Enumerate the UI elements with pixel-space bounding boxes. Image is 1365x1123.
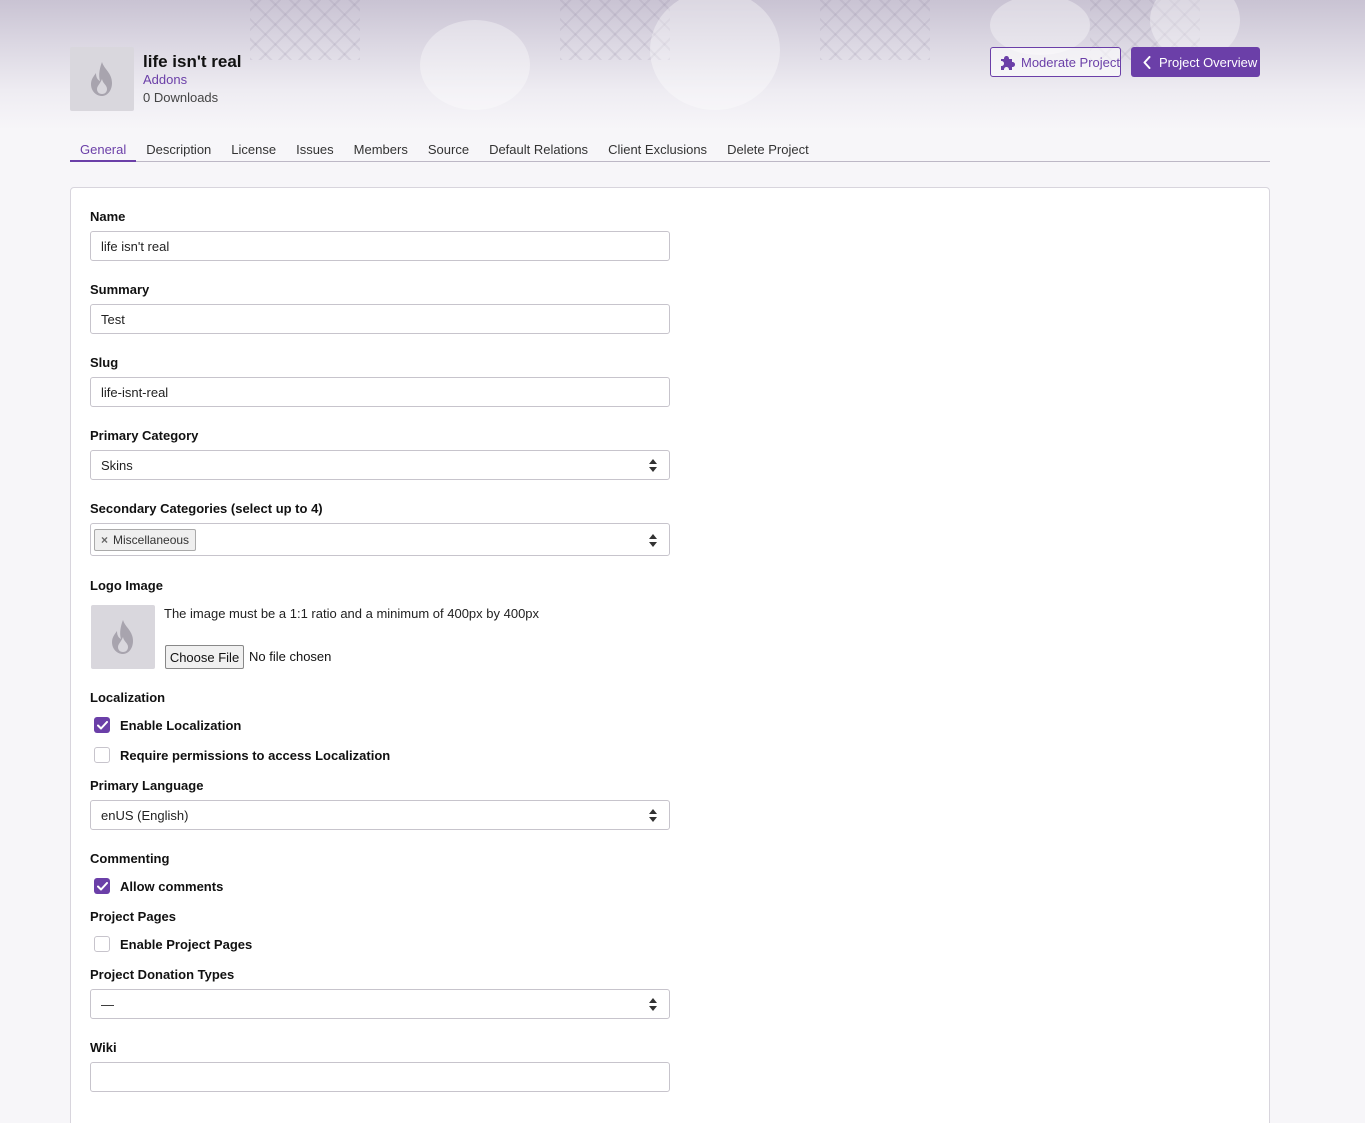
primary-category-label: Primary Category — [90, 428, 199, 443]
banner-character-decoration — [420, 20, 530, 110]
commenting-label: Commenting — [90, 851, 170, 866]
project-downloads: 0 Downloads — [143, 90, 219, 105]
project-overview-label: Project Overview — [1159, 54, 1258, 70]
tab-members[interactable]: Members — [344, 138, 418, 162]
project-pages-label: Project Pages — [90, 909, 176, 924]
name-label: Name — [90, 209, 126, 224]
logo-image-label: Logo Image — [90, 578, 163, 593]
donation-types-value: — — [101, 996, 114, 1012]
tab-source[interactable]: Source — [418, 138, 479, 162]
name-input[interactable]: life isn't real — [90, 231, 670, 261]
secondary-categories-label: Secondary Categories (select up to 4) — [90, 501, 323, 516]
check-icon — [96, 881, 108, 890]
settings-tabs: General Description License Issues Membe… — [70, 138, 1270, 162]
enable-project-pages-checkbox[interactable] — [94, 936, 110, 952]
donation-types-select[interactable]: — — [90, 989, 670, 1019]
require-permissions-label: Require permissions to access Localizati… — [120, 748, 391, 763]
flame-icon — [112, 620, 133, 654]
wiki-input[interactable] — [90, 1062, 670, 1092]
allow-comments-checkbox[interactable] — [94, 878, 110, 894]
sort-arrows-icon — [649, 459, 657, 472]
project-overview-button[interactable]: Project Overview — [1131, 47, 1260, 77]
sort-arrows-icon — [649, 534, 657, 547]
flame-icon — [91, 62, 112, 96]
file-status-text: No file chosen — [249, 649, 332, 664]
check-icon — [96, 720, 108, 729]
summary-input-value: Test — [101, 311, 125, 327]
choose-file-button[interactable]: Choose File — [165, 645, 244, 669]
tab-client-exclusions[interactable]: Client Exclusions — [598, 138, 717, 162]
project-title: life isn't real — [143, 52, 242, 71]
summary-label: Summary — [90, 282, 150, 297]
slug-input-value: life-isnt-real — [101, 384, 169, 400]
tab-license[interactable]: License — [221, 138, 286, 162]
logo-preview — [91, 605, 155, 669]
tab-description[interactable]: Description — [136, 138, 221, 162]
donation-types-label: Project Donation Types — [90, 967, 235, 982]
secondary-categories-select[interactable]: × Miscellaneous — [90, 523, 670, 556]
project-avatar — [70, 47, 134, 111]
localization-label: Localization — [90, 690, 166, 705]
enable-project-pages-label: Enable Project Pages — [120, 937, 253, 952]
logo-requirements-text: The image must be a 1:1 ratio and a mini… — [164, 606, 540, 621]
project-category-link[interactable]: Addons — [143, 72, 187, 87]
banner-character-decoration — [650, 0, 780, 110]
tab-issues[interactable]: Issues — [286, 138, 344, 162]
tab-default-relations[interactable]: Default Relations — [479, 138, 598, 162]
name-input-value: life isn't real — [101, 238, 170, 254]
primary-language-label: Primary Language — [90, 778, 204, 793]
sort-arrows-icon — [649, 809, 657, 822]
enable-localization-checkbox[interactable] — [94, 717, 110, 733]
enable-localization-label: Enable Localization — [120, 718, 242, 733]
wiki-label: Wiki — [90, 1040, 117, 1055]
allow-comments-label: Allow comments — [120, 879, 224, 894]
moderate-project-button[interactable]: Moderate Project — [990, 47, 1121, 77]
category-tag-label: Miscellaneous — [113, 532, 190, 547]
sort-arrows-icon — [649, 998, 657, 1011]
banner-window-decoration — [820, 0, 930, 60]
require-permissions-checkbox[interactable] — [94, 747, 110, 763]
primary-language-select[interactable]: enUS (English) — [90, 800, 670, 830]
moderate-project-label: Moderate Project — [1021, 54, 1120, 70]
tab-delete-project[interactable]: Delete Project — [717, 138, 819, 162]
remove-tag-icon[interactable]: × — [101, 533, 108, 547]
puzzle-icon — [1001, 56, 1015, 70]
primary-language-value: enUS (English) — [101, 807, 189, 823]
slug-label: Slug — [90, 355, 119, 370]
summary-input[interactable]: Test — [90, 304, 670, 334]
slug-input[interactable]: life-isnt-real — [90, 377, 670, 407]
chevron-left-icon — [1143, 55, 1151, 69]
banner-window-decoration — [250, 0, 360, 60]
primary-category-select[interactable]: Skins — [90, 450, 670, 480]
category-tag: × Miscellaneous — [94, 528, 197, 551]
primary-category-value: Skins — [101, 457, 133, 473]
tab-general[interactable]: General — [70, 138, 137, 162]
